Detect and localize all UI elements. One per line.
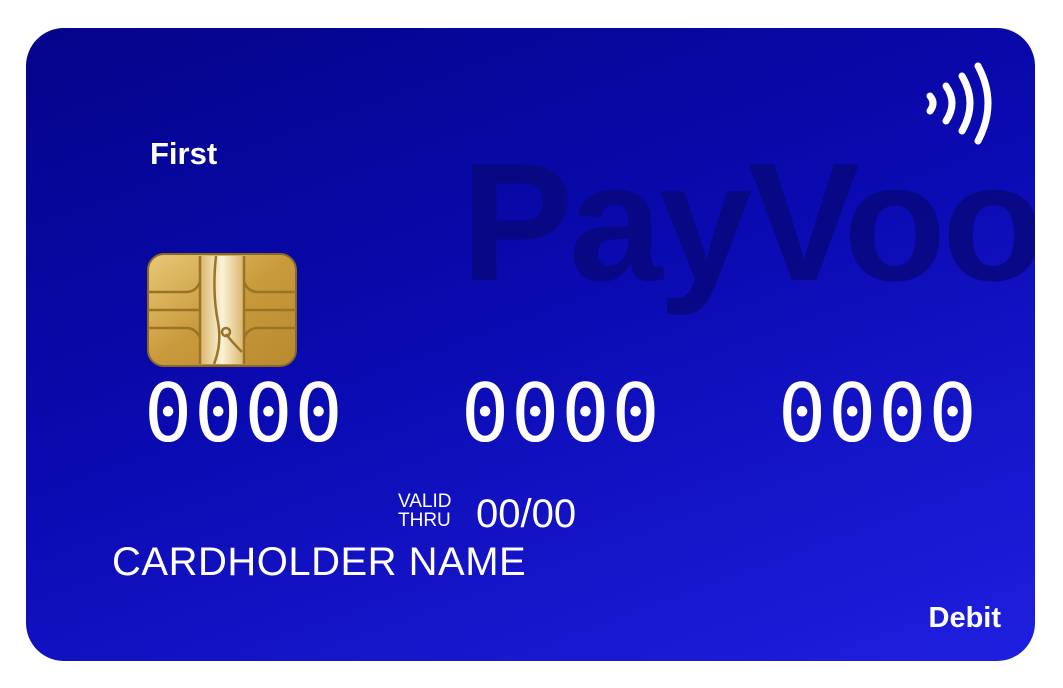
expiry-date: 00/00 — [476, 492, 577, 536]
contactless-icon — [926, 62, 992, 145]
cardholder-name: CARDHOLDER NAME — [112, 540, 527, 584]
valid-label-line2: THRU — [398, 510, 451, 531]
emv-chip-icon — [147, 253, 297, 367]
valid-label-line1: VALID — [398, 491, 452, 512]
card-type-label: Debit — [928, 602, 1002, 634]
payment-card: PayVoo First 0000 0000 0000 VALID THRU 0… — [26, 28, 1035, 661]
valid-thru-label: VALID THRU — [398, 492, 452, 530]
card-tier-label: First — [150, 136, 218, 171]
card-number: 0000 0000 0000 0000 — [144, 367, 979, 460]
brand-watermark: PayVoo — [461, 128, 1035, 316]
